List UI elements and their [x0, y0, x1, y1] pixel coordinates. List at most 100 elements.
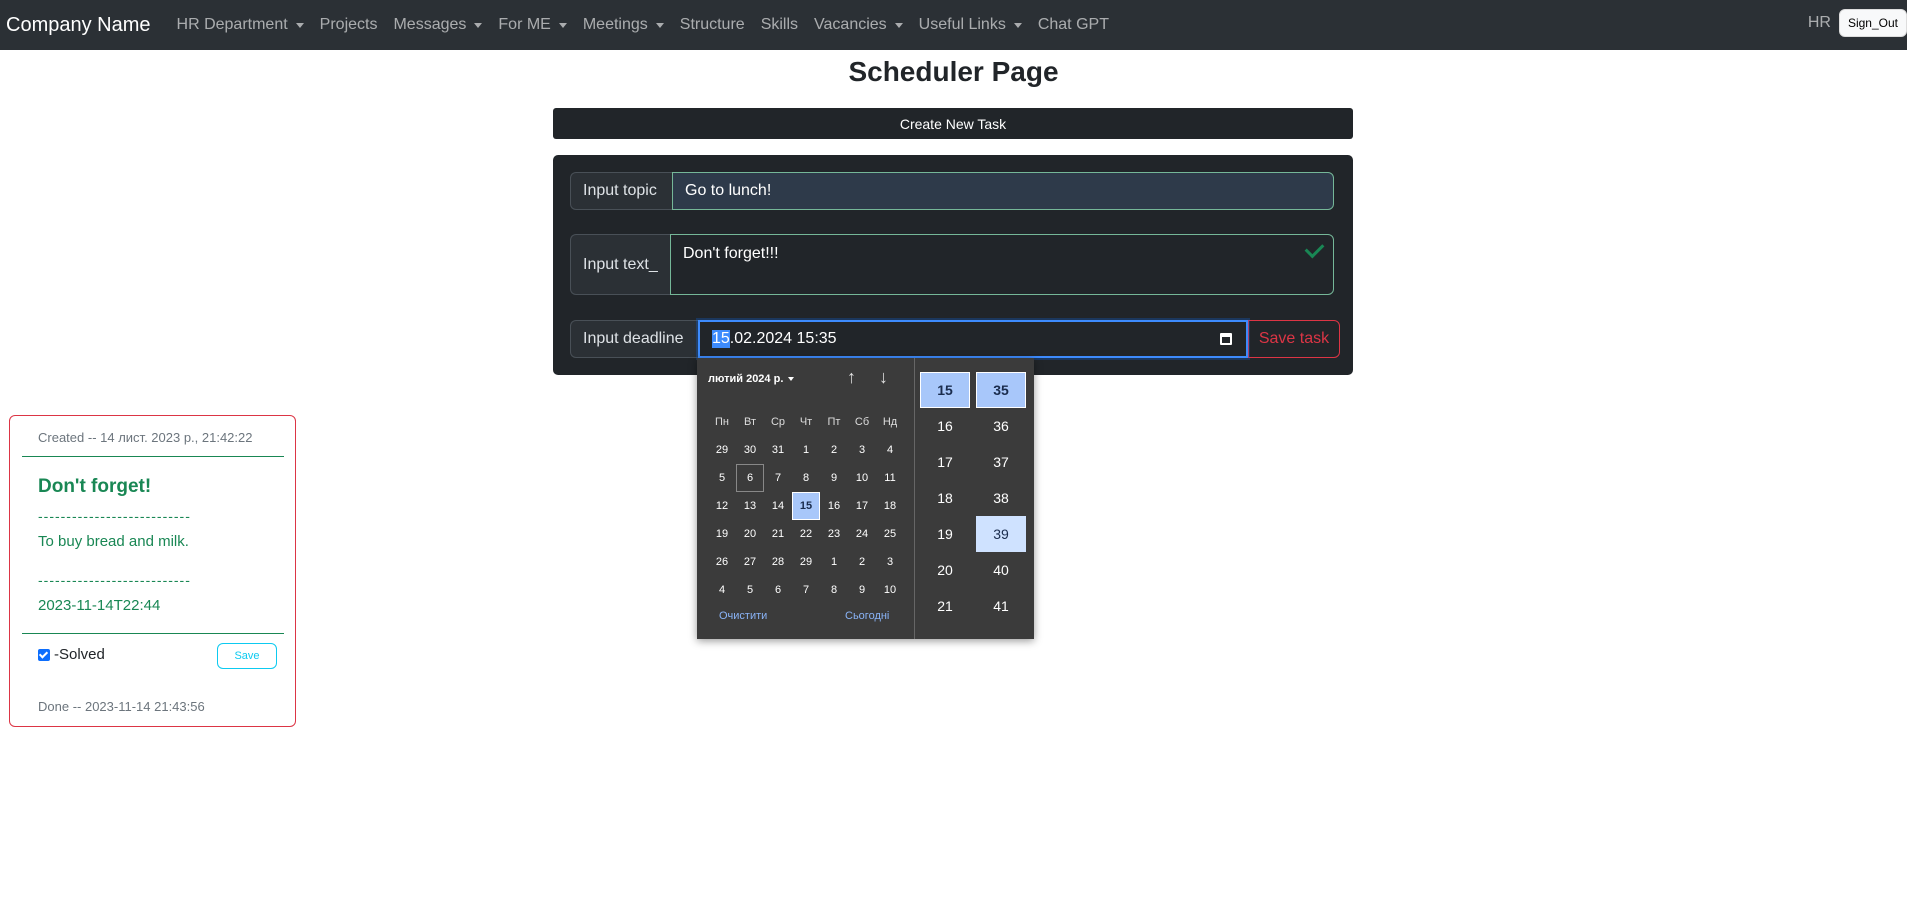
nav-item-label: Chat GPT [1037, 16, 1109, 33]
save-task-button[interactable]: Save task [1248, 320, 1340, 358]
text-row: Input text_ Don't forget!!! [570, 234, 1334, 295]
nav-item-label: Useful Links [918, 16, 1006, 33]
calendar-day[interactable]: 24 [848, 520, 876, 548]
calendar-day[interactable]: 5 [736, 576, 764, 604]
calendar-day[interactable]: 20 [736, 520, 764, 548]
month-select[interactable]: лютий 2024 р. [708, 373, 795, 385]
minute-option[interactable]: 38 [976, 480, 1026, 516]
deadline-day-segment[interactable]: 15 [712, 330, 730, 348]
calendar-day[interactable]: 13 [736, 492, 764, 520]
topic-input[interactable]: Go to lunch! [672, 172, 1334, 210]
minute-option[interactable]: 36 [976, 408, 1026, 444]
calendar-day[interactable]: 27 [736, 548, 764, 576]
calendar-day[interactable]: 12 [708, 492, 736, 520]
minute-option[interactable]: 37 [976, 444, 1026, 480]
calendar-day[interactable]: 9 [820, 464, 848, 492]
nav-user-area: HR Sign_Out [1808, 9, 1907, 37]
calendar-day[interactable]: 5 [708, 464, 736, 492]
calendar-day[interactable]: 19 [708, 520, 736, 548]
calendar-day[interactable]: 11 [876, 464, 904, 492]
hour-option[interactable]: 16 [920, 408, 970, 444]
sign-out-button[interactable]: Sign_Out [1838, 9, 1907, 37]
nav-item-label: Projects [319, 16, 378, 33]
calendar-day[interactable]: 3 [848, 436, 876, 464]
calendar-day[interactable]: 29 [708, 436, 736, 464]
calendar-day[interactable]: 26 [708, 548, 736, 576]
nav-item-for-me[interactable]: For ME [498, 16, 567, 34]
deadline-rest-text: .02.2024 15:35 [729, 330, 837, 347]
calendar-day[interactable]: 7 [764, 464, 792, 492]
clear-button[interactable]: Очистити [719, 610, 767, 622]
calendar-day[interactable]: 28 [764, 548, 792, 576]
calendar-day[interactable]: 16 [820, 492, 848, 520]
user-label[interactable]: HR [1808, 14, 1831, 32]
text-value: Don't forget!!! [683, 245, 779, 262]
hour-option[interactable]: 20 [920, 552, 970, 588]
calendar-day[interactable]: 6 [736, 464, 764, 492]
calendar-day[interactable]: 6 [764, 576, 792, 604]
brand-link[interactable]: Company Name [6, 14, 151, 37]
calendar-day[interactable]: 15 [792, 492, 820, 520]
topic-label: Input topic [570, 172, 672, 210]
calendar-day[interactable]: 29 [792, 548, 820, 576]
calendar-day[interactable]: 1 [820, 548, 848, 576]
card-divider-top [22, 456, 284, 457]
nav-item-vacancies[interactable]: Vacancies [814, 16, 903, 34]
calendar-day[interactable]: 7 [792, 576, 820, 604]
calendar-day[interactable]: 2 [848, 548, 876, 576]
calendar-day[interactable]: 23 [820, 520, 848, 548]
calendar-day[interactable]: 30 [736, 436, 764, 464]
nav-item-projects[interactable]: Projects [320, 16, 378, 34]
calendar-day[interactable]: 10 [848, 464, 876, 492]
create-task-button[interactable]: Create New Task [553, 108, 1353, 139]
deadline-input[interactable]: 15.02.2024 15:35 [698, 320, 1248, 358]
calendar-day[interactable]: 17 [848, 492, 876, 520]
calendar-day[interactable]: 9 [848, 576, 876, 604]
task-deadline: 2023-11-14T22:44 [38, 597, 161, 614]
minute-option[interactable]: 35 [976, 372, 1026, 408]
calendar-day[interactable]: 3 [876, 548, 904, 576]
calendar-day[interactable]: 31 [764, 436, 792, 464]
nav-item-structure[interactable]: Structure [680, 16, 745, 34]
calendar-day[interactable]: 14 [764, 492, 792, 520]
hour-option[interactable]: 17 [920, 444, 970, 480]
calendar-day[interactable]: 25 [876, 520, 904, 548]
minute-option[interactable]: 39 [976, 516, 1026, 552]
weekday-header: Пт [827, 416, 841, 428]
nav-item-useful-links[interactable]: Useful Links [919, 16, 1022, 34]
nav-item-chat-gpt[interactable]: Chat GPT [1038, 16, 1109, 34]
hour-option[interactable]: 18 [920, 480, 970, 516]
calendar-day[interactable]: 21 [764, 520, 792, 548]
hour-option[interactable]: 19 [920, 516, 970, 552]
nav-item-skills[interactable]: Skills [761, 16, 798, 34]
nav-item-meetings[interactable]: Meetings [583, 16, 664, 34]
hour-option[interactable]: 15 [920, 372, 970, 408]
caret-down-icon [474, 22, 483, 28]
solved-toggle: -Solved [38, 646, 105, 663]
minute-option[interactable]: 41 [976, 588, 1026, 624]
text-textarea[interactable]: Don't forget!!! [670, 234, 1334, 295]
next-month-arrow-icon[interactable]: ↓ [879, 367, 888, 388]
solved-checkbox[interactable] [38, 648, 50, 661]
calendar-day[interactable]: 18 [876, 492, 904, 520]
hours-column: 15 16 17 18 19 20 21 [920, 372, 970, 624]
calendar-day[interactable]: 8 [820, 576, 848, 604]
calendar-day[interactable]: 1 [792, 436, 820, 464]
nav-item-messages[interactable]: Messages [393, 16, 483, 34]
card-save-button[interactable]: Save [217, 643, 277, 669]
calendar-day[interactable]: 10 [876, 576, 904, 604]
task-title: Don't forget! [38, 476, 152, 497]
calendar-day[interactable]: 2 [820, 436, 848, 464]
calendar-day[interactable]: 4 [876, 436, 904, 464]
hour-option[interactable]: 21 [920, 588, 970, 624]
prev-month-arrow-icon[interactable]: ↑ [847, 367, 856, 388]
weekday-header: Вт [743, 416, 756, 428]
calendar-icon[interactable] [1220, 333, 1232, 345]
today-button[interactable]: Сьогодні [845, 610, 889, 622]
calendar-day[interactable]: 8 [792, 464, 820, 492]
nav-item-hr-department[interactable]: HR Department [177, 16, 304, 34]
minute-option[interactable]: 40 [976, 552, 1026, 588]
calendar-day[interactable]: 4 [708, 576, 736, 604]
text-label: Input text_ [570, 234, 670, 295]
calendar-day[interactable]: 22 [792, 520, 820, 548]
